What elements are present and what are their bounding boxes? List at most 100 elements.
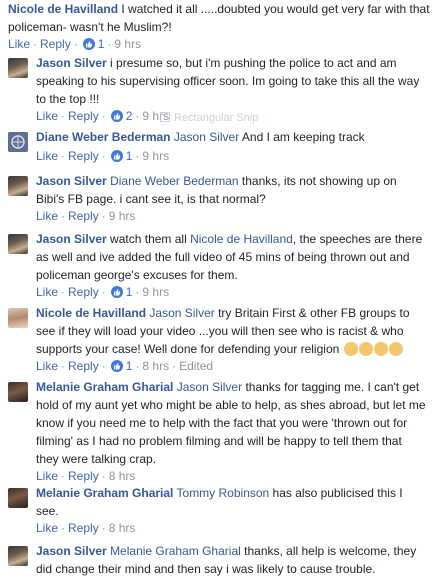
thumbs-up-emoji-icon — [388, 342, 403, 356]
thumbs-up-icon — [82, 38, 95, 50]
comment-text: try Britain First & other FB groups to — [214, 306, 410, 320]
comment-text: did change their mind and then say i was… — [36, 562, 376, 576]
avatar[interactable] — [8, 176, 28, 196]
comment-text: I watched it all .....doubted you would … — [118, 2, 430, 16]
reply-button[interactable]: Reply — [68, 209, 99, 223]
comment-text: watch them all — [106, 232, 191, 246]
mention-link[interactable]: Jason Silver — [177, 380, 242, 394]
comment-body: Jason Silver Melanie Graham Gharial than… — [36, 542, 436, 578]
comment-body: Jason Silver watch them all Nicole de Ha… — [36, 230, 436, 284]
timestamp[interactable]: 9 hrs — [142, 149, 169, 163]
comment-text: , the speeches are there — [292, 232, 423, 246]
timestamp[interactable]: 9 hrs — [114, 37, 141, 51]
flexed-biceps-emoji-icon — [358, 342, 373, 356]
comment-body: Jason Silver Diane Weber Bederman thanks… — [36, 172, 436, 208]
mention-link[interactable]: Diane Weber Bederman — [110, 174, 239, 188]
comment-body: Jason Silver i presume so, but i'm pushi… — [36, 54, 436, 108]
commenter-name[interactable]: Melanie Graham Gharial — [36, 380, 173, 394]
commenter-name[interactable]: Melanie Graham Gharial — [36, 486, 173, 500]
comment-text: they were talking crap. — [36, 452, 157, 466]
fist-bump-emoji-icon — [373, 342, 388, 356]
reply-button[interactable]: Reply — [40, 37, 71, 51]
comment-text: Bibi's FB page. i cant see it, is that n… — [36, 192, 266, 206]
snip-overlay: Rectangular Snip — [160, 110, 290, 126]
comment-text: thanks, its not showing up on — [238, 174, 397, 188]
comment-text: as well and ive added the full video of … — [36, 250, 410, 264]
like-button[interactable]: Like — [36, 359, 58, 373]
commenter-name[interactable]: Jason Silver — [36, 232, 107, 246]
comment-body: Melanie Graham Gharial Tommy Robinson ha… — [36, 484, 436, 520]
comment-text: see if they will load your video ...you … — [36, 324, 404, 338]
reply-button[interactable]: Reply — [68, 469, 99, 483]
comment-text: supports your case! Well done for defend… — [36, 342, 343, 356]
avatar[interactable] — [8, 58, 28, 78]
avatar[interactable] — [8, 132, 28, 152]
comment-actions: Like · Reply · 1 · 8 hrs · Edited — [36, 359, 214, 373]
comment: Jason Silver watch them all Nicole de Ha… — [0, 230, 442, 302]
timestamp[interactable]: 9 hrs — [142, 285, 169, 299]
comment-text: thanks for tagging me. I can't get — [242, 380, 420, 394]
comment: Nicole de Havilland Jason Silver try Bri… — [0, 304, 442, 376]
comment-body: Diane Weber Bederman Jason Silver And I … — [36, 128, 436, 146]
like-button[interactable]: Like — [36, 285, 58, 299]
reply-button[interactable]: Reply — [68, 521, 99, 535]
comment: Jason Silver Diane Weber Bederman thanks… — [0, 172, 442, 228]
comment-body: Melanie Graham Gharial Jason Silver than… — [36, 378, 436, 468]
comment: Melanie Graham Gharial Jason Silver than… — [0, 378, 442, 484]
commenter-name[interactable]: Nicole de Havilland — [8, 2, 118, 16]
comment-text: policeman george's excuses for them. — [36, 268, 238, 282]
timestamp[interactable]: 8 hrs — [109, 469, 136, 483]
like-button[interactable]: Like — [36, 109, 58, 123]
comment: Nicole de Havilland I watched it all ...… — [0, 0, 442, 54]
timestamp[interactable]: 8 hrs — [109, 521, 136, 535]
avatar[interactable] — [8, 308, 28, 328]
comment-actions: Like · Reply · 8 hrs — [36, 521, 136, 535]
mention-link[interactable]: Jason Silver — [174, 130, 239, 144]
comment-text: i presume so, but i'm pushing the police… — [106, 56, 397, 70]
thumbs-up-icon — [110, 360, 123, 372]
comment-text: speaking to his supervising officer soon… — [36, 74, 420, 88]
comment-actions: Like · Reply · 8 hrs — [36, 469, 136, 483]
commenter-name[interactable]: Nicole de Havilland — [36, 306, 146, 320]
mention-link[interactable]: Nicole de Havilland — [190, 232, 293, 246]
comment-text: see. — [36, 504, 59, 518]
comment: Diane Weber Bederman Jason Silver And I … — [0, 128, 442, 168]
comment: Melanie Graham Gharial Tommy Robinson ha… — [0, 484, 442, 540]
commenter-name[interactable]: Jason Silver — [36, 544, 107, 558]
snip-label: Rectangular Snip — [174, 112, 259, 124]
comment-text: thanks, all help is welcome, they — [240, 544, 417, 558]
commenter-name[interactable]: Jason Silver — [36, 56, 107, 70]
thumbs-up-icon — [110, 286, 123, 298]
reply-button[interactable]: Reply — [68, 109, 99, 123]
comment-text: filming' as I had no problem filming and… — [36, 434, 402, 448]
comment-body: Nicole de Havilland Jason Silver try Bri… — [36, 304, 436, 358]
like-button[interactable]: Like — [36, 469, 58, 483]
like-button[interactable]: Like — [8, 37, 30, 51]
commenter-name[interactable]: Diane Weber Bederman — [36, 130, 171, 144]
like-button[interactable]: Like — [36, 149, 58, 163]
timestamp[interactable]: 9 hrs — [109, 209, 136, 223]
comment-actions: Like · Reply · 9 hrs — [36, 209, 136, 223]
avatar[interactable] — [8, 488, 28, 508]
commenter-name[interactable]: Jason Silver — [36, 174, 107, 188]
like-button[interactable]: Like — [36, 521, 58, 535]
comment-actions: Like · Reply · 1 · 9 hrs — [8, 37, 142, 51]
mention-link[interactable]: Jason Silver — [149, 306, 214, 320]
avatar[interactable] — [8, 546, 28, 566]
avatar[interactable] — [8, 382, 28, 402]
like-button[interactable]: Like — [36, 209, 58, 223]
edited-label[interactable]: Edited — [179, 359, 213, 373]
reply-button[interactable]: Reply — [68, 149, 99, 163]
reply-button[interactable]: Reply — [68, 285, 99, 299]
timestamp[interactable]: 8 hrs — [142, 359, 169, 373]
avatar[interactable] — [8, 234, 28, 254]
mention-link[interactable]: Tommy Robinson — [177, 486, 270, 500]
thumbs-up-icon — [110, 150, 123, 162]
comment-actions: Like · Reply · 2 · 9 hrs — [36, 109, 170, 123]
mention-link[interactable]: Melanie Graham Gharial — [110, 544, 241, 558]
reply-button[interactable]: Reply — [68, 359, 99, 373]
avatar-emblem-icon — [8, 132, 28, 152]
comment-text: to the top !!! — [36, 92, 100, 106]
comment-text: has also publicised this I — [269, 486, 403, 500]
comment-text: And I am keeping track — [239, 130, 365, 144]
